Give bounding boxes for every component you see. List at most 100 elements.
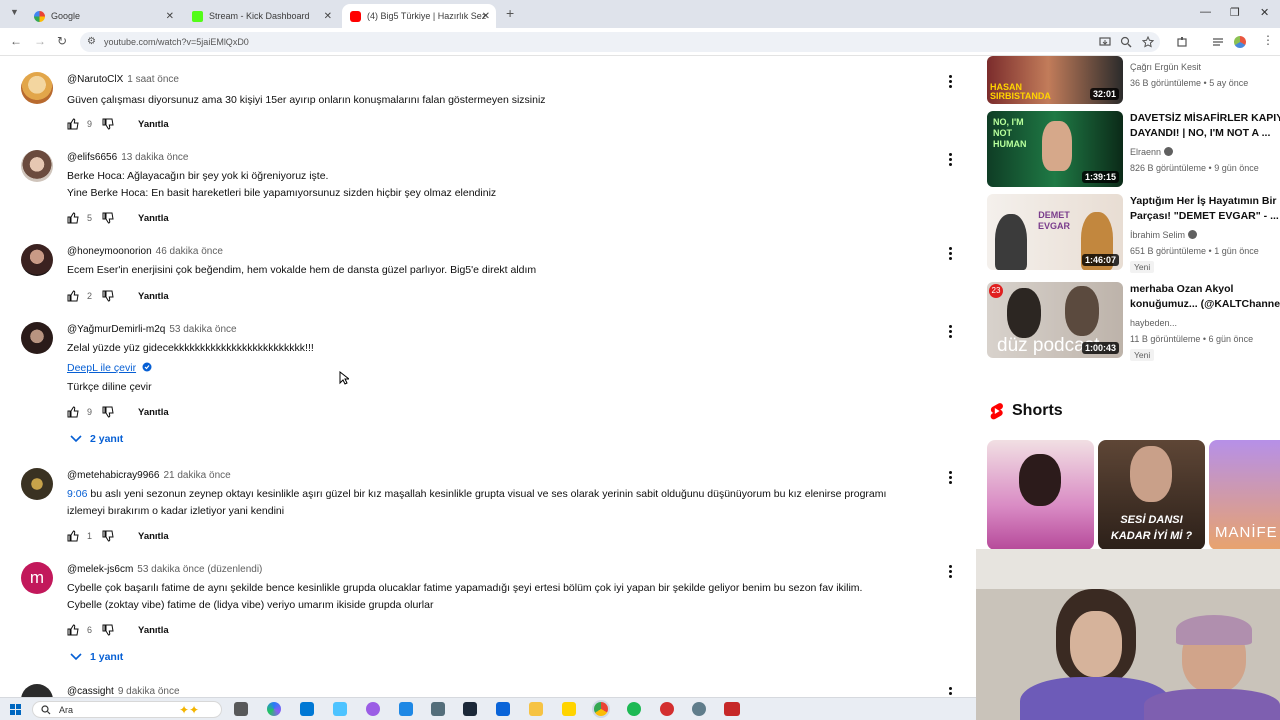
- comment-author[interactable]: @honeymoonorion: [67, 246, 152, 257]
- file-explorer-icon[interactable]: [529, 702, 543, 716]
- outlook-icon[interactable]: [496, 702, 510, 716]
- more-options-icon[interactable]: [946, 324, 954, 338]
- task-view-icon[interactable]: [234, 702, 248, 716]
- sticky-notes-icon[interactable]: [562, 702, 576, 716]
- bookmark-star-icon[interactable]: [1142, 36, 1154, 48]
- dislike-icon[interactable]: [102, 624, 114, 636]
- avatar[interactable]: [21, 150, 53, 182]
- channel-name[interactable]: haybeden...: [1130, 318, 1177, 328]
- reply-button[interactable]: Yanıtla: [138, 531, 169, 542]
- more-options-icon[interactable]: [946, 470, 954, 484]
- extensions-icon[interactable]: [1176, 36, 1188, 48]
- close-icon[interactable]: ✕: [324, 11, 332, 22]
- comment-time[interactable]: 21 dakika önce: [163, 470, 230, 481]
- like-icon[interactable]: [67, 212, 79, 224]
- comment-time[interactable]: 13 dakika önce: [121, 152, 188, 163]
- reply-button[interactable]: Yanıtla: [138, 119, 169, 130]
- dislike-icon[interactable]: [102, 118, 114, 130]
- reply-button[interactable]: Yanıtla: [138, 213, 169, 224]
- short-item[interactable]: [987, 440, 1094, 550]
- new-tab-icon[interactable]: +: [506, 5, 514, 21]
- close-icon[interactable]: ✕: [482, 11, 490, 22]
- video-thumbnail[interactable]: 23 düz podcast 1:00:43: [987, 282, 1123, 358]
- related-video[interactable]: HASAN SIRBISTANDA 32:01 Çağrı Ergün Kesi…: [987, 56, 1280, 104]
- video-thumbnail[interactable]: NO, I'M NOT HUMAN 1:39:15: [987, 111, 1123, 187]
- avatar[interactable]: [21, 244, 53, 276]
- menu-icon[interactable]: ⋮: [1262, 33, 1274, 47]
- windows-start-icon[interactable]: [10, 704, 21, 715]
- calculator-icon[interactable]: [431, 702, 445, 716]
- dislike-icon[interactable]: [102, 290, 114, 302]
- video-title[interactable]: Yaptığım Her İş Hayatımın Bir Parçası! "…: [1130, 194, 1280, 224]
- more-options-icon[interactable]: [946, 74, 954, 88]
- short-item[interactable]: MANİFE: [1209, 440, 1280, 550]
- address-bar[interactable]: ⚙ youtube.com/watch?v=5jaiEMlQxD0: [80, 32, 1160, 52]
- close-window-icon[interactable]: ✕: [1260, 6, 1269, 19]
- comment-time[interactable]: 53 dakika önce: [169, 324, 236, 335]
- comment-time[interactable]: 1 saat önce: [127, 74, 179, 85]
- avatar[interactable]: [21, 684, 53, 697]
- comment-author[interactable]: @YağmurDemirli-m2q: [67, 324, 165, 335]
- channel-name[interactable]: Çağrı Ergün Kesit: [1130, 62, 1201, 72]
- site-info-icon[interactable]: ⚙: [87, 36, 96, 47]
- short-item[interactable]: SESİ DANSI KADAR İYİ Mİ ?: [1098, 440, 1205, 550]
- app-icon[interactable]: [366, 702, 380, 716]
- store-icon[interactable]: [300, 702, 314, 716]
- more-options-icon[interactable]: [946, 564, 954, 578]
- dislike-icon[interactable]: [102, 212, 114, 224]
- related-video[interactable]: 23 düz podcast 1:00:43 merhaba Ozan Akyo…: [987, 282, 1280, 361]
- more-options-icon[interactable]: [946, 246, 954, 260]
- comment-author[interactable]: @melek-js6cm: [67, 564, 133, 575]
- close-icon[interactable]: ✕: [166, 11, 174, 22]
- deepl-translate-link[interactable]: DeepL ile çevir: [67, 362, 136, 374]
- video-thumbnail[interactable]: DEMET EVGAR 1:46:07: [987, 194, 1123, 270]
- video-title[interactable]: merhaba Ozan Akyol konuğumuz... (@KALTCh…: [1130, 282, 1280, 312]
- reply-button[interactable]: Yanıtla: [138, 291, 169, 302]
- reply-button[interactable]: Yanıtla: [138, 625, 169, 636]
- dislike-icon[interactable]: [102, 406, 114, 418]
- reply-button[interactable]: Yanıtla: [138, 407, 169, 418]
- video-thumbnail[interactable]: HASAN SIRBISTANDA 32:01: [987, 56, 1123, 104]
- channel-name[interactable]: İbrahim Selim: [1130, 230, 1185, 240]
- timestamp-link[interactable]: 9:06: [67, 488, 87, 500]
- avatar[interactable]: [21, 72, 53, 104]
- taskbar-search[interactable]: Ara ✦✦: [32, 701, 222, 718]
- related-video[interactable]: DEMET EVGAR 1:46:07 Yaptığım Her İş Haya…: [987, 194, 1280, 273]
- comment-author[interactable]: @elifs6656: [67, 152, 117, 163]
- copilot-icon[interactable]: [267, 702, 281, 716]
- app-icon[interactable]: [399, 702, 413, 716]
- back-icon[interactable]: ←: [10, 34, 22, 48]
- like-icon[interactable]: [67, 624, 79, 636]
- like-icon[interactable]: [67, 290, 79, 302]
- reading-list-icon[interactable]: [1212, 36, 1224, 48]
- tab-youtube[interactable]: (4) Big5 Türkiye | Hazırlık Sezon ✕: [342, 4, 496, 28]
- chrome-icon[interactable]: [594, 702, 608, 716]
- avatar[interactable]: [21, 468, 53, 500]
- comment-author[interactable]: @cassight: [67, 686, 114, 697]
- profile-avatar[interactable]: [1234, 36, 1246, 48]
- more-options-icon[interactable]: [946, 152, 954, 166]
- like-icon[interactable]: [67, 530, 79, 542]
- avatar[interactable]: [21, 322, 53, 354]
- reload-icon[interactable]: ↻: [57, 34, 67, 48]
- related-video[interactable]: NO, I'M NOT HUMAN 1:39:15 DAVETSİZ MİSAF…: [987, 111, 1280, 189]
- settings-icon[interactable]: [692, 702, 706, 716]
- dislike-icon[interactable]: [102, 530, 114, 542]
- tab-google[interactable]: Google ✕: [26, 4, 180, 28]
- spotify-icon[interactable]: [627, 702, 641, 716]
- forward-icon[interactable]: →: [34, 34, 46, 48]
- steam-icon[interactable]: [463, 702, 477, 716]
- app-icon[interactable]: [724, 702, 740, 716]
- tab-search-icon[interactable]: ▼: [10, 7, 19, 17]
- video-title[interactable]: DAVETSİZ MİSAFİRLER KAPIYA DAYANDI! | NO…: [1130, 111, 1280, 141]
- comment-author[interactable]: @NarutoClX: [67, 74, 123, 85]
- translate-button[interactable]: Türkçe diline çevir: [67, 379, 152, 396]
- more-options-icon[interactable]: [946, 686, 954, 697]
- minimize-icon[interactable]: —: [1200, 6, 1211, 18]
- restore-icon[interactable]: ❐: [1230, 6, 1240, 19]
- app-icon[interactable]: [660, 702, 674, 716]
- avatar[interactable]: m: [21, 562, 53, 594]
- tab-kick[interactable]: Stream - Kick Dashboard ✕: [184, 4, 338, 28]
- comment-time[interactable]: 9 dakika önce: [118, 686, 180, 697]
- comment-time[interactable]: 46 dakika önce: [156, 246, 223, 257]
